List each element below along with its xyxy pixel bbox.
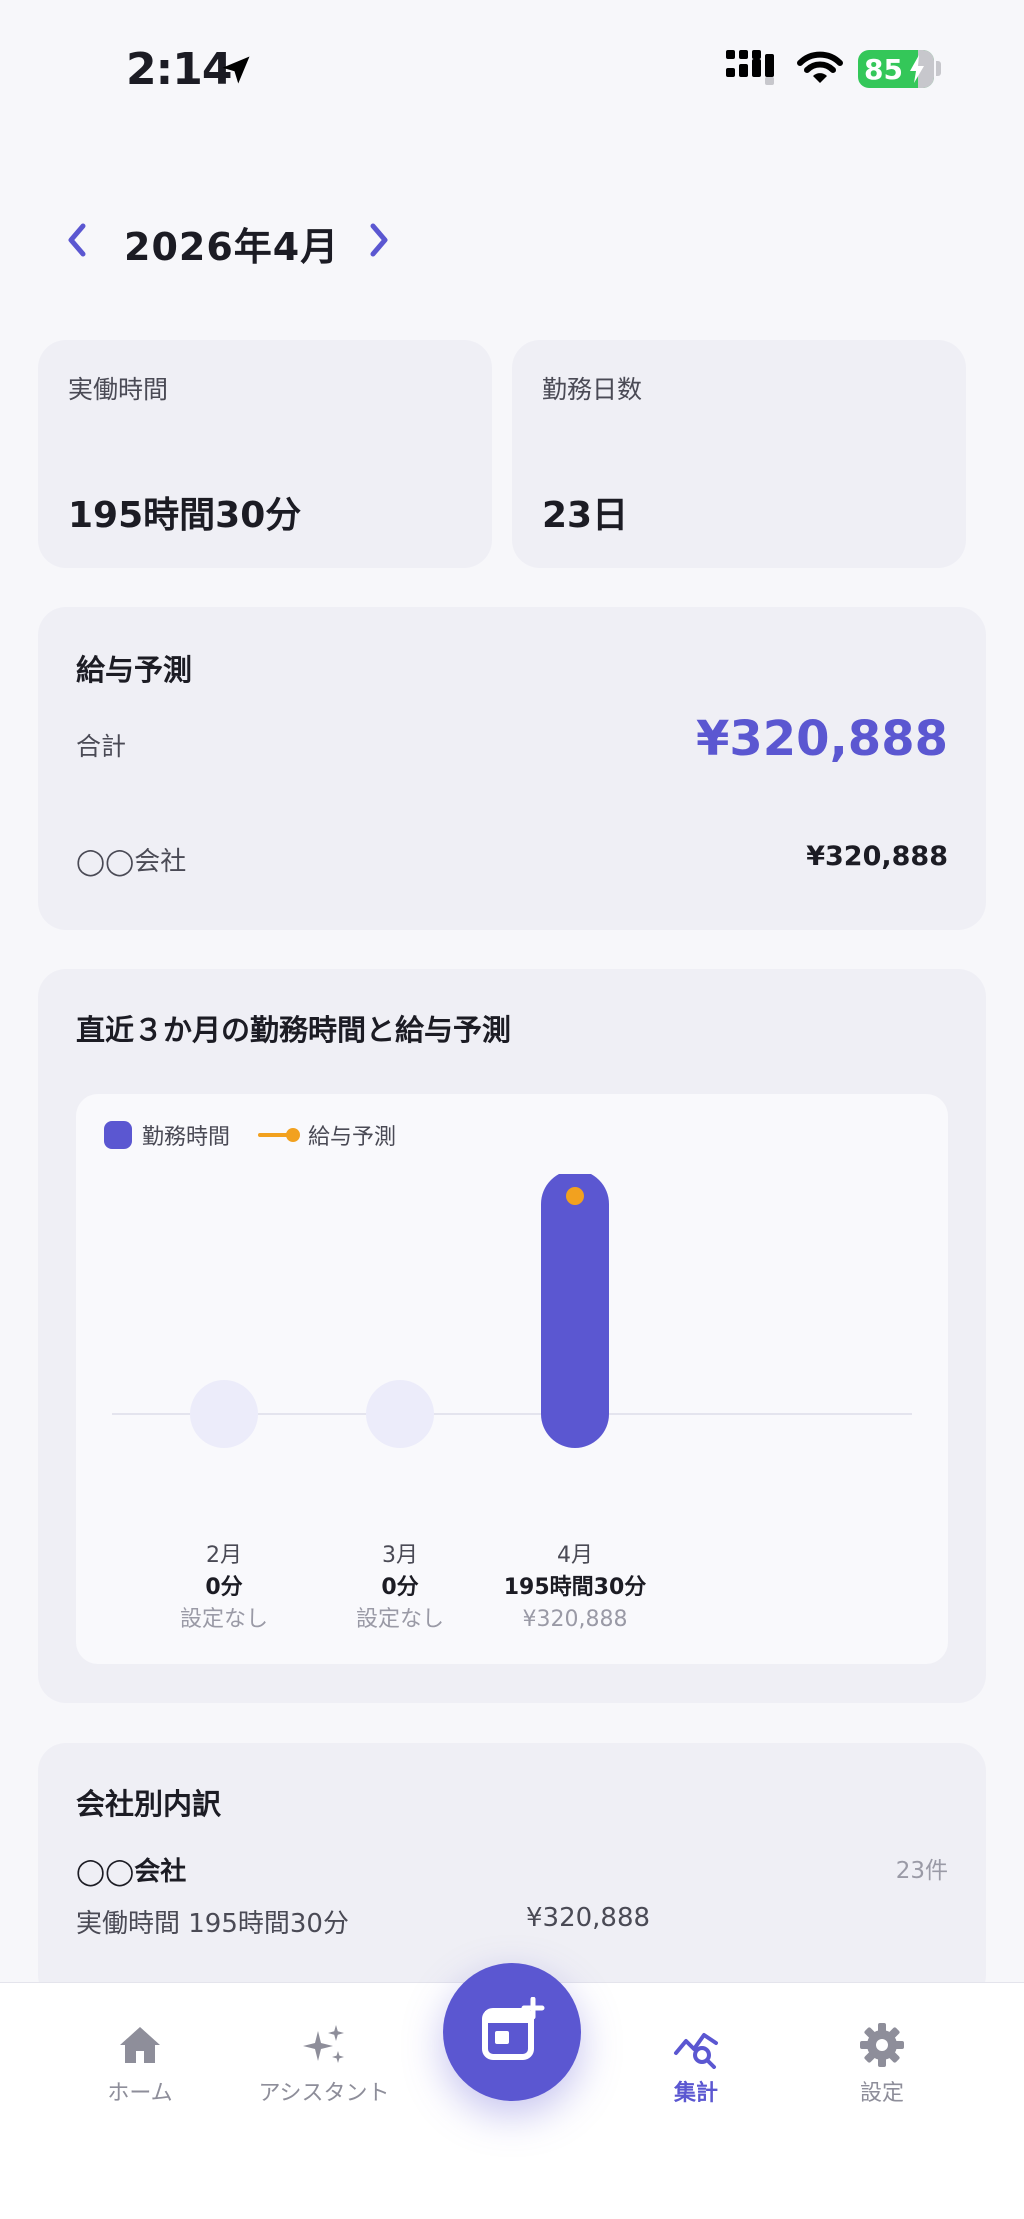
battery-indicator: 85 — [858, 50, 934, 88]
tab-home-label: ホーム — [107, 2081, 173, 2106]
previous-month-button[interactable] — [54, 216, 102, 264]
salary-forecast-title: 給与予測 — [76, 653, 193, 687]
x-month-label: 4月 — [557, 1543, 593, 1568]
x-axis-label-group: 4月 195時間30分 ¥320,888 — [465, 1540, 685, 1636]
legend-salary-label: 給与予測 — [308, 1125, 397, 1150]
breakdown-title: 会社別内訳 — [76, 1787, 222, 1821]
analytics-icon — [674, 2033, 718, 2069]
breakdown-salary: ¥320,888 — [526, 1903, 651, 1933]
wifi-icon — [797, 51, 843, 83]
chart-x-labels: 2月 0分 設定なし 3月 0分 設定なし 4月 195時間30分 ¥320,888 — [76, 1540, 948, 1640]
chart-legend: 勤務時間 給与予測 — [104, 1120, 396, 1150]
legend-hours-label: 勤務時間 — [142, 1125, 231, 1150]
legend-salary-swatch — [258, 1128, 301, 1142]
month-navigation: 2026年4月 — [54, 210, 414, 270]
chevron-left-icon — [68, 223, 86, 257]
breakdown-record-count: 23件 — [895, 1858, 948, 1884]
hours-bar — [541, 1174, 609, 1448]
add-shift-button[interactable] — [443, 1963, 581, 2101]
chart-title: 直近３か月の勤務時間と給与予測 — [76, 1013, 512, 1047]
recent-months-chart-card: 直近３か月の勤務時間と給与予測 勤務時間 給与予測 2月 0分 設定なし 3月 0分 設定… — [38, 969, 986, 1703]
tab-settings-label: 設定 — [859, 2081, 904, 2106]
location-arrow-icon — [222, 56, 250, 84]
salary-total-label: 合計 — [76, 732, 127, 761]
salary-company-value: ¥320,888 — [806, 841, 948, 872]
sparkles-icon — [303, 2025, 344, 2063]
hours-bar — [366, 1380, 434, 1448]
chevron-right-icon — [370, 223, 388, 257]
legend-hours-swatch — [104, 1121, 132, 1149]
chart-area: 勤務時間 給与予測 2月 0分 設定なし 3月 0分 設定なし 4月 195時間30分 ¥320… — [76, 1094, 948, 1664]
battery-cap — [936, 61, 941, 76]
tab-assistant[interactable]: アシスタント — [244, 2021, 404, 2107]
breakdown-company-name: ◯◯会社 — [76, 1857, 187, 1887]
salary-data-label: ¥320,888 — [522, 1607, 628, 1632]
salary-company-name: ◯◯会社 — [76, 847, 187, 877]
salary-total-value: ¥320,888 — [695, 711, 948, 767]
signal-icon — [726, 50, 774, 85]
tab-home[interactable]: ホーム — [60, 2021, 220, 2107]
working-hours-label: 実働時間 — [68, 375, 169, 404]
charging-bolt-icon — [910, 55, 924, 83]
breakdown-hours: 実働時間 195時間30分 — [76, 1909, 349, 1939]
tab-summary[interactable]: 集計 — [616, 2021, 776, 2107]
month-title: 2026年4月 — [124, 225, 340, 269]
home-icon — [120, 2027, 160, 2063]
chart-plot — [112, 1174, 912, 1448]
working-hours-value: 195時間30分 — [68, 495, 302, 536]
status-bar: 2:14 85 — [0, 0, 1024, 130]
gear-icon — [860, 2023, 904, 2067]
working-hours-card: 実働時間 195時間30分 — [38, 340, 492, 568]
working-days-card: 勤務日数 23日 — [512, 340, 966, 568]
tab-summary-label: 集計 — [673, 2081, 718, 2106]
hours-bar — [190, 1380, 258, 1448]
working-days-value: 23日 — [542, 495, 629, 536]
battery-level: 85 — [864, 53, 903, 86]
salary-point — [566, 1187, 584, 1205]
tab-settings[interactable]: 設定 — [802, 2021, 962, 2107]
tab-assistant-label: アシスタント — [258, 2081, 390, 2106]
next-month-button[interactable] — [354, 216, 402, 264]
status-time: 2:14 — [126, 44, 232, 95]
hours-data-label: 195時間30分 — [503, 1575, 647, 1600]
calendar-add-icon — [482, 1997, 545, 2060]
salary-forecast-card: 給与予測 合計 ¥320,888 ◯◯会社 ¥320,888 — [38, 607, 986, 930]
working-days-label: 勤務日数 — [542, 375, 643, 404]
